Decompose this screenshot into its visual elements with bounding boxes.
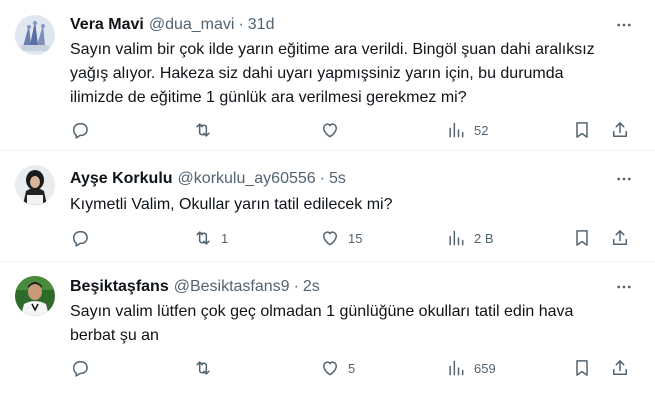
- timestamp[interactable]: 5s: [329, 170, 346, 188]
- like-button[interactable]: 5: [320, 356, 355, 380]
- tweet-text-line: berbat şu an: [70, 327, 159, 344]
- retweet-button[interactable]: 1: [193, 226, 228, 250]
- tweet-feed: Vera Mavi @dua_mavi · 31d Sayın valim bi…: [0, 0, 655, 400]
- tweet-text: Sayın valim bir çok ilde yarın eğitime a…: [70, 38, 630, 110]
- tweet-text-line: ilimizde de eğitime 1 günlük ara verilme…: [70, 89, 467, 106]
- retweet-icon: [196, 231, 210, 245]
- reply-icon: [73, 361, 88, 377]
- more-icon[interactable]: [613, 14, 635, 36]
- tweet-text-line: yağış alıyor. Hakeza siz dahi uyarı yapm…: [70, 65, 564, 82]
- avatar[interactable]: [15, 165, 55, 205]
- bookmark-icon: [576, 360, 588, 376]
- display-name[interactable]: Vera Mavi: [70, 16, 144, 34]
- timestamp[interactable]: 2s: [303, 278, 320, 296]
- retweet-icon: [196, 123, 210, 137]
- views-icon: [449, 230, 464, 246]
- user-handle[interactable]: @korkulu_ay60556: [178, 170, 316, 188]
- views-count: 659: [474, 360, 496, 376]
- tweet-header: Vera Mavi @dua_mavi · 31d: [70, 14, 635, 36]
- tweet-actions: 5 659: [70, 356, 635, 380]
- share-button[interactable]: [610, 226, 630, 250]
- tweet-actions: 52: [70, 118, 635, 142]
- views-count: 2 B: [474, 230, 494, 246]
- retweet-count: 1: [221, 230, 229, 246]
- reply-button[interactable]: [70, 356, 98, 380]
- separator-dot: ·: [293, 278, 299, 295]
- more-icon[interactable]: [613, 168, 635, 190]
- tweet[interactable]: Ayşe Korkulu @korkulu_ay60556 · 5s Kıyme…: [0, 151, 655, 262]
- reply-icon: [73, 231, 88, 247]
- retweet-icon: [196, 361, 210, 375]
- bookmark-icon: [576, 230, 588, 246]
- reply-button[interactable]: [70, 118, 98, 142]
- bookmark-button[interactable]: [572, 118, 592, 142]
- avatar[interactable]: [15, 276, 55, 316]
- bookmark-button[interactable]: [572, 226, 592, 250]
- reply-button[interactable]: [70, 226, 98, 250]
- share-icon: [613, 360, 627, 375]
- like-icon: [323, 231, 337, 246]
- like-button[interactable]: 15: [320, 226, 362, 250]
- like-button[interactable]: [320, 118, 348, 142]
- more-icon[interactable]: [613, 276, 635, 298]
- share-icon: [613, 230, 627, 245]
- retweet-button[interactable]: [193, 118, 221, 142]
- views-icon: [449, 122, 464, 138]
- like-count: 15: [348, 230, 363, 246]
- reply-icon: [73, 123, 88, 139]
- tweet-text-line: Sayın valim bir çok ilde yarın eğitime a…: [70, 41, 595, 58]
- display-name[interactable]: Ayşe Korkulu: [70, 170, 173, 188]
- avatar[interactable]: [15, 15, 55, 55]
- tweet-text: Kıymetli Valim, Okullar yarın tatil edil…: [70, 193, 630, 217]
- separator-dot: ·: [319, 170, 325, 187]
- bookmark-button[interactable]: [572, 356, 592, 380]
- share-icon: [613, 122, 627, 137]
- views-count: 52: [474, 122, 489, 138]
- bookmark-icon: [576, 122, 588, 138]
- display-name[interactable]: Beşiktaşfans: [70, 278, 169, 296]
- tweet-actions: 1 15 2 B: [70, 226, 635, 250]
- share-button[interactable]: [610, 118, 630, 142]
- tweet-text: Sayın valim lütfen çok geç olmadan 1 gün…: [70, 300, 630, 348]
- views-icon: [449, 360, 464, 376]
- user-handle[interactable]: @dua_mavi: [149, 16, 235, 34]
- views-button[interactable]: 2 B: [446, 226, 494, 250]
- tweet-text-line: Kıymetli Valim, Okullar yarın tatil edil…: [70, 196, 393, 213]
- retweet-button[interactable]: [193, 356, 221, 380]
- views-button[interactable]: 52: [446, 118, 488, 142]
- user-handle[interactable]: @Besiktasfans9: [174, 278, 290, 296]
- tweet-header: Ayşe Korkulu @korkulu_ay60556 · 5s: [70, 168, 635, 190]
- like-icon: [323, 123, 337, 138]
- like-icon: [323, 361, 337, 376]
- timestamp[interactable]: 31d: [248, 16, 275, 34]
- separator-dot: ·: [238, 16, 244, 33]
- share-button[interactable]: [610, 356, 630, 380]
- like-count: 5: [348, 360, 356, 376]
- views-button[interactable]: 659: [446, 356, 496, 380]
- tweet[interactable]: Beşiktaşfans @Besiktasfans9 · 2s Sayın v…: [0, 262, 655, 400]
- tweet[interactable]: Vera Mavi @dua_mavi · 31d Sayın valim bi…: [0, 0, 655, 151]
- tweet-header: Beşiktaşfans @Besiktasfans9 · 2s: [70, 276, 635, 298]
- tweet-text-line: Sayın valim lütfen çok geç olmadan 1 gün…: [70, 303, 574, 320]
